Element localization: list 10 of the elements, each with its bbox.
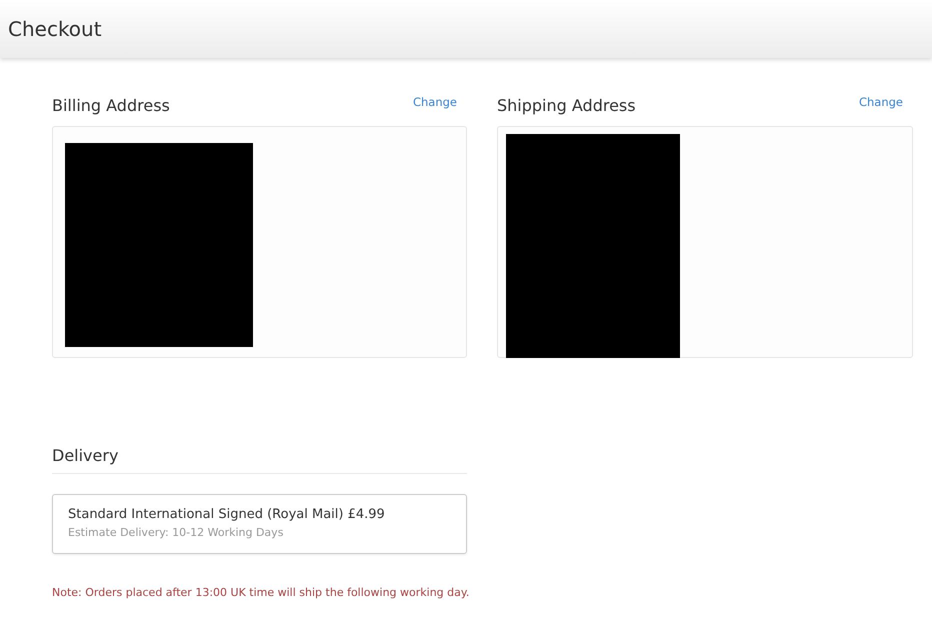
change-link[interactable]: Change bbox=[412, 95, 457, 109]
page-title: Checkout bbox=[8, 17, 102, 41]
section-heading: Delivery bbox=[52, 446, 120, 465]
delivery-option[interactable]: Standard International Signed (Royal Mail) £4.99 Estimate Delivery: 10-12 Working Days bbox=[52, 494, 467, 554]
section-heading: Billing Address bbox=[52, 96, 170, 115]
delivery-name: Standard International Signed (Royal Mail) £4.99 bbox=[68, 507, 386, 522]
delivery-estimate: Estimate Delivery: 10-12 Working Days bbox=[68, 526, 284, 539]
change-link[interactable]: Change bbox=[858, 95, 903, 109]
section-heading: Shipping Address bbox=[497, 96, 636, 115]
note-text: Note: Orders placed after 13:00 UK time will ship the following working day. bbox=[52, 586, 470, 599]
